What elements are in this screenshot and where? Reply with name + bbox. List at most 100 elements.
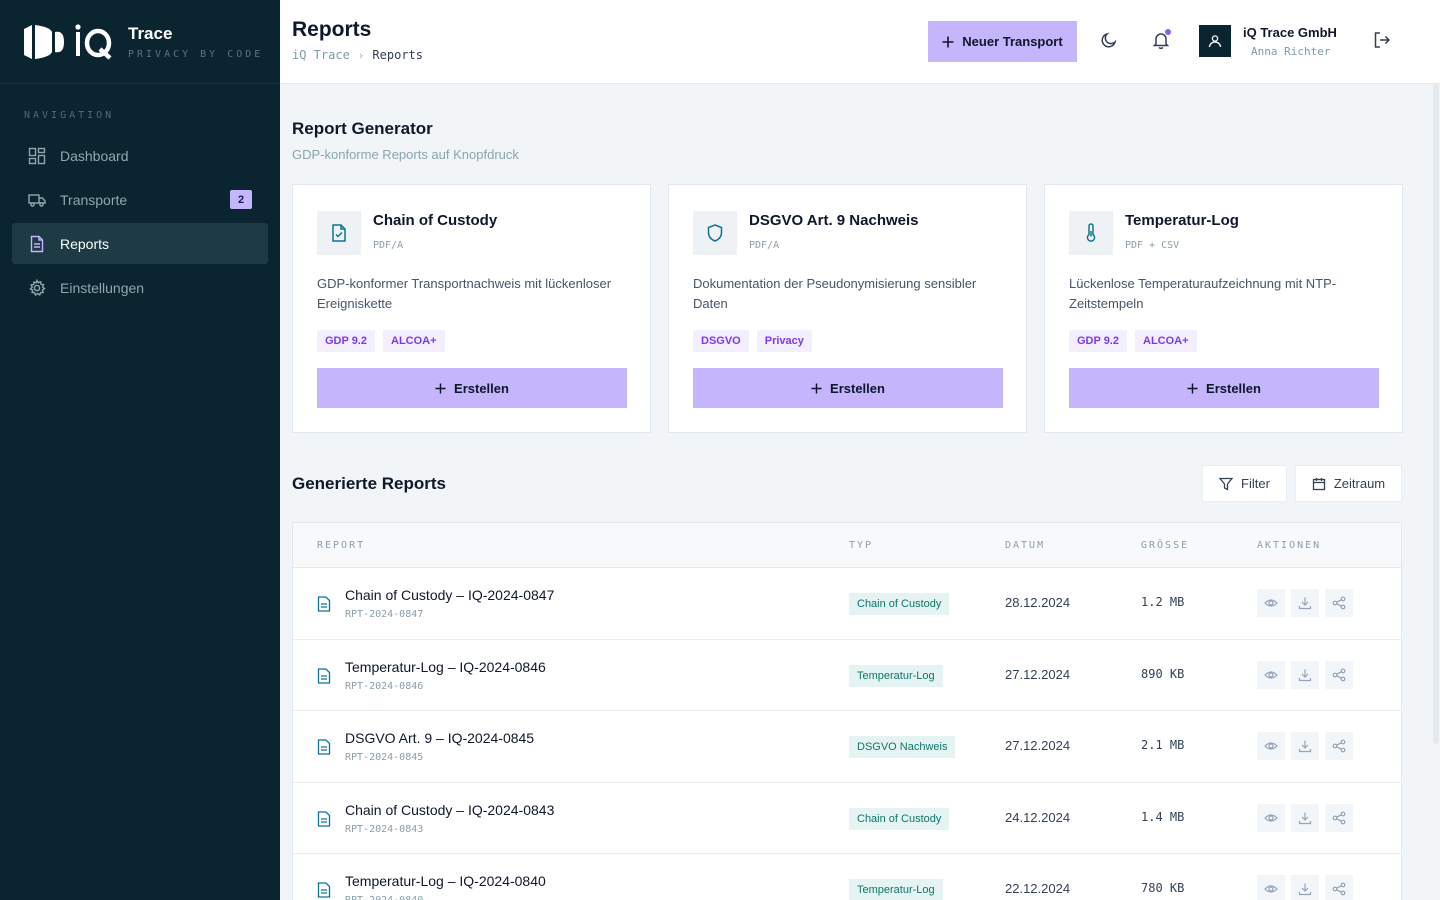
brand[interactable]: Trace PRIVACY BY CODE: [0, 0, 280, 84]
row-actions: [1257, 660, 1353, 689]
card-format: PDF/A: [749, 240, 780, 251]
share-button[interactable]: [1325, 660, 1353, 689]
date-range-button[interactable]: Zeitraum: [1295, 465, 1402, 502]
report-title[interactable]: Temperatur-Log – IQ-2024-0840: [345, 873, 546, 889]
view-button[interactable]: [1257, 589, 1285, 617]
report-title[interactable]: Chain of Custody – IQ-2024-0847: [345, 587, 554, 603]
view-button[interactable]: [1257, 732, 1285, 760]
card-format: PDF/A: [373, 240, 404, 251]
share-icon: [1332, 882, 1346, 896]
notifications-button[interactable]: [1149, 28, 1173, 52]
report-id: RPT-2024-0845: [345, 752, 424, 763]
table-header: REPORT TYP DATUM GRÖSSE AKTIONEN: [293, 523, 1401, 568]
table-row[interactable]: DSGVO Art. 9 – IQ-2024-0845 RPT-2024-084…: [293, 711, 1401, 783]
new-transport-label: Neuer Transport: [962, 34, 1063, 49]
gear-icon: [29, 278, 46, 296]
table-row[interactable]: Chain of Custody – IQ-2024-0847 RPT-2024…: [293, 568, 1401, 640]
download-button[interactable]: [1291, 803, 1319, 832]
card-title: DSGVO Art. 9 Nachweis: [749, 212, 919, 229]
plus-icon: [1187, 382, 1198, 394]
tag: ALCOA+: [383, 330, 445, 352]
logout-button[interactable]: [1370, 28, 1394, 52]
tag: Privacy: [756, 330, 812, 352]
chevron-right-icon: ›: [357, 48, 365, 62]
download-button[interactable]: [1291, 660, 1319, 689]
type-badge: DSGVO Nachweis: [849, 736, 956, 758]
sidebar-item-dashboard[interactable]: Dashboard: [12, 135, 268, 176]
report-generator-cards: Chain of Custody PDF/A GDP-konformer Tra…: [292, 184, 1403, 433]
sidebar: Trace PRIVACY BY CODE NAVIGATION Dashboa…: [0, 0, 280, 900]
table-row[interactable]: Temperatur-Log – IQ-2024-0846 RPT-2024-0…: [293, 640, 1401, 711]
column-header-date: DATUM: [1005, 540, 1046, 551]
file-icon: [317, 667, 331, 684]
theme-toggle-button[interactable]: [1097, 28, 1121, 52]
download-button[interactable]: [1291, 875, 1319, 900]
sidebar-item-label: Transporte: [60, 191, 128, 208]
report-card-chain-of-custody: Chain of Custody PDF/A GDP-konformer Tra…: [292, 184, 651, 433]
card-tags: GDP 9.2 ALCOA+: [1069, 330, 1197, 352]
share-button[interactable]: [1325, 732, 1353, 760]
create-temperatur-log-button[interactable]: Erstellen: [1069, 368, 1379, 408]
sidebar-item-label: Einstellungen: [60, 279, 145, 296]
download-icon: [1298, 669, 1312, 681]
tag: DSGVO: [693, 330, 749, 352]
report-id: RPT-2024-0840: [345, 895, 423, 900]
logout-icon: [1374, 32, 1391, 48]
report-title[interactable]: Temperatur-Log – IQ-2024-0846: [345, 659, 546, 675]
calendar-icon: [1312, 477, 1325, 490]
thermometer-icon: [1069, 211, 1113, 255]
sidebar-item-transporte[interactable]: Transporte 2: [12, 179, 268, 220]
report-id: RPT-2024-0847: [345, 609, 424, 620]
filter-button[interactable]: Filter: [1202, 465, 1287, 502]
shield-icon: [693, 211, 737, 255]
user-name: Anna Richter: [1251, 45, 1331, 58]
share-button[interactable]: [1325, 803, 1353, 832]
share-icon: [1332, 811, 1346, 824]
avatar[interactable]: [1199, 25, 1231, 57]
view-button[interactable]: [1257, 875, 1285, 900]
download-button[interactable]: [1291, 732, 1319, 760]
iq-logo: [24, 22, 114, 62]
column-header-actions: AKTIONEN: [1257, 540, 1322, 551]
column-header-size: GRÖSSE: [1141, 540, 1190, 551]
card-tags: DSGVO Privacy: [693, 330, 812, 352]
create-dsgvo-button[interactable]: Erstellen: [693, 368, 1003, 408]
plus-icon: [435, 382, 446, 394]
share-button[interactable]: [1325, 875, 1353, 900]
report-title[interactable]: DSGVO Art. 9 – IQ-2024-0845: [345, 730, 534, 746]
page-scrollbar[interactable]: [1432, 84, 1440, 744]
generated-reports-title: Generierte Reports: [292, 474, 446, 493]
table-row[interactable]: Temperatur-Log – IQ-2024-0840 RPT-2024-0…: [293, 854, 1401, 900]
scrollbar-thumb[interactable]: [1433, 84, 1439, 744]
table-row[interactable]: Chain of Custody – IQ-2024-0843 RPT-2024…: [293, 783, 1401, 854]
view-button[interactable]: [1257, 660, 1285, 689]
sidebar-item-einstellungen[interactable]: Einstellungen: [12, 267, 268, 308]
top-header: Reports iQ Trace › Reports Neuer Transpo…: [280, 0, 1440, 84]
report-date: 27.12.2024: [1005, 666, 1071, 682]
file-icon: [317, 882, 331, 898]
type-badge: Chain of Custody: [849, 807, 950, 830]
breadcrumb-home[interactable]: iQ Trace: [292, 48, 350, 62]
notification-dot: [1165, 29, 1171, 35]
column-header-type: TYP: [849, 540, 874, 551]
page-title: Reports: [292, 18, 372, 41]
share-button[interactable]: [1325, 589, 1353, 617]
report-size: 890 KB: [1141, 666, 1185, 681]
user-org: iQ Trace GmbH: [1243, 25, 1337, 40]
moon-icon: [1101, 32, 1117, 48]
report-title[interactable]: Chain of Custody – IQ-2024-0843: [345, 802, 554, 818]
document-icon: [30, 235, 44, 252]
new-transport-button[interactable]: Neuer Transport: [928, 21, 1077, 62]
card-tags: GDP 9.2 ALCOA+: [317, 330, 445, 352]
download-button[interactable]: [1291, 589, 1319, 617]
card-description: Dokumentation der Pseudonymisierung sens…: [693, 276, 977, 311]
tag: GDP 9.2: [317, 330, 375, 352]
view-button[interactable]: [1257, 803, 1285, 832]
row-actions: [1257, 803, 1353, 832]
sidebar-item-reports[interactable]: Reports: [12, 223, 268, 264]
tag: GDP 9.2: [1069, 330, 1127, 352]
share-icon: [1332, 739, 1346, 753]
create-chain-of-custody-button[interactable]: Erstellen: [317, 368, 627, 408]
create-label: Erstellen: [830, 380, 885, 396]
generator-title: Report Generator: [292, 119, 433, 138]
